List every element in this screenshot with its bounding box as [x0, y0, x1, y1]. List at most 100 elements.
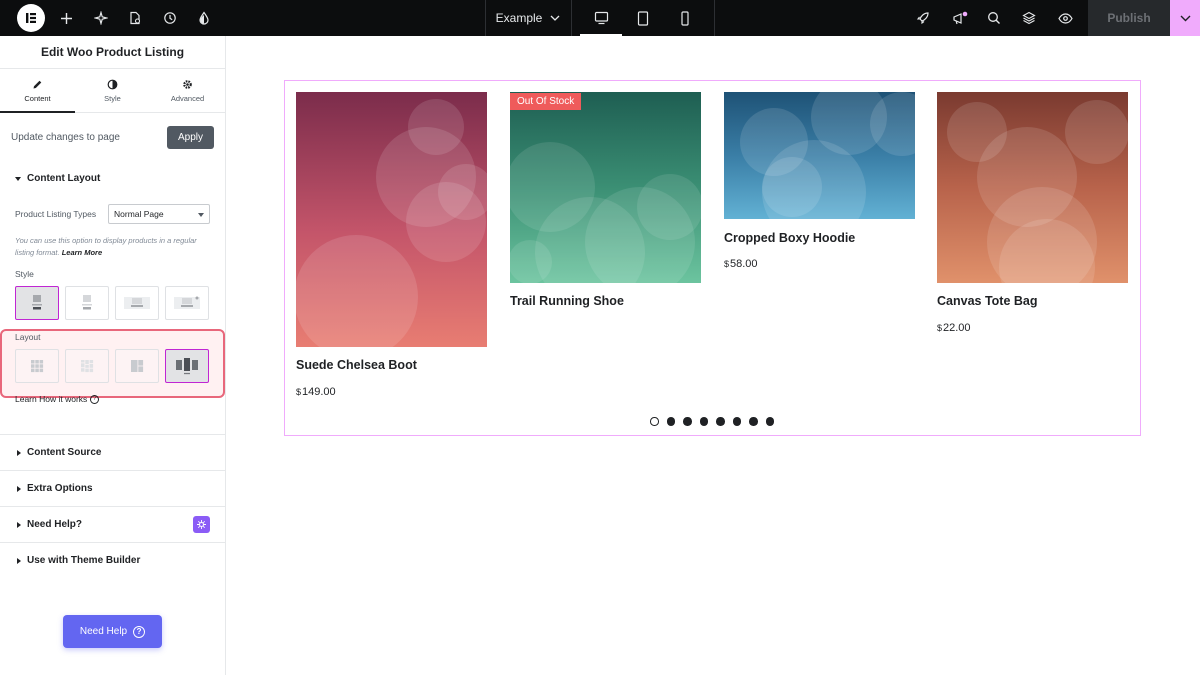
product-image[interactable] — [510, 92, 701, 283]
tab-style-label: Style — [104, 93, 121, 103]
question-icon: ? — [90, 394, 100, 404]
publish-options-button[interactable] — [1170, 0, 1200, 36]
price-value: 149.00 — [302, 386, 336, 398]
layout-option-metro[interactable] — [115, 349, 159, 383]
layout-option-carousel[interactable] — [165, 349, 209, 383]
carousel-dot[interactable] — [650, 417, 659, 426]
out-of-stock-badge: Out Of Stock — [510, 93, 582, 110]
layout-label: Layout — [15, 332, 41, 342]
price-value: 22.00 — [943, 322, 971, 334]
product-price: $149.00 — [296, 386, 336, 398]
layout-option-grid[interactable] — [15, 349, 59, 383]
gear-icon — [183, 79, 192, 89]
tab-style[interactable]: Style — [75, 69, 150, 112]
product-image[interactable] — [937, 92, 1128, 283]
desktop-icon — [594, 11, 608, 25]
currency-symbol: $ — [296, 387, 302, 397]
need-help-button[interactable]: Need Help ? — [63, 615, 162, 648]
product-image[interactable] — [296, 92, 487, 347]
price-value: 58.00 — [730, 258, 758, 270]
site-name: Example — [495, 11, 543, 25]
update-row: Update changes to page Apply — [0, 126, 226, 150]
rocket-icon[interactable] — [913, 0, 933, 36]
grid-layout-icon — [31, 360, 44, 373]
history-icon[interactable] — [160, 0, 180, 36]
product-image[interactable] — [724, 92, 915, 219]
product-price: $22.00 — [937, 322, 971, 334]
learn-more-link[interactable]: Learn More — [62, 248, 102, 257]
listing-types-select[interactable]: Normal Page — [108, 204, 210, 224]
product-name[interactable]: Trail Running Shoe — [510, 294, 624, 308]
mobile-view-button[interactable] — [664, 0, 706, 36]
need-help-label: Need Help — [79, 626, 128, 637]
page-settings-icon[interactable] — [125, 0, 145, 36]
theme-drop-icon[interactable] — [194, 0, 214, 36]
top-bar: Example Publish — [0, 0, 1200, 36]
sparkle-icon[interactable] — [91, 0, 111, 36]
style-option-4[interactable] — [165, 286, 209, 320]
panel-tabs: Content Style Advanced — [0, 69, 225, 113]
carousel-dot[interactable] — [716, 417, 725, 426]
product-name[interactable]: Cropped Boxy Hoodie — [724, 231, 855, 245]
dropdown-arrow-icon — [198, 213, 204, 217]
publish-button[interactable]: Publish — [1088, 0, 1170, 36]
caret-right-icon — [17, 449, 21, 456]
metro-layout-icon — [131, 360, 144, 372]
section-theme-builder[interactable]: Use with Theme Builder — [17, 555, 140, 566]
megaphone-icon[interactable] — [949, 0, 971, 36]
tab-advanced[interactable]: Advanced — [150, 69, 225, 112]
product-name[interactable]: Canvas Tote Bag — [937, 294, 1038, 308]
tablet-icon — [637, 10, 649, 26]
half-circle-icon — [107, 79, 118, 89]
learn-how-link[interactable]: Learn How it works ? — [15, 394, 100, 404]
site-selector[interactable]: Example — [486, 0, 570, 36]
mobile-icon — [681, 10, 689, 26]
style-option-1[interactable] — [15, 286, 59, 320]
help-description: You can use this option to display produ… — [15, 236, 197, 257]
eye-icon[interactable] — [1054, 0, 1076, 36]
carousel-dot[interactable] — [666, 417, 675, 426]
section-extra-options[interactable]: Extra Options — [17, 483, 93, 494]
tab-content[interactable]: Content — [0, 69, 75, 113]
section-need-help[interactable]: Need Help? — [17, 519, 82, 530]
carousel-layout-icon — [176, 358, 198, 375]
currency-symbol: $ — [724, 259, 730, 269]
layers-icon[interactable] — [1019, 0, 1039, 36]
caret-right-icon — [17, 485, 21, 492]
caret-down-icon — [15, 176, 21, 181]
search-icon[interactable] — [984, 0, 1004, 36]
listing-types-value: Normal Page — [114, 209, 164, 219]
caret-right-icon — [17, 521, 21, 528]
ai-assistant-icon[interactable] — [193, 516, 210, 533]
product-price: $58.00 — [724, 258, 758, 270]
section-label: Extra Options — [27, 483, 93, 494]
style-preview-icon — [32, 295, 42, 310]
carousel-dot[interactable] — [732, 417, 741, 426]
carousel-dot[interactable] — [765, 417, 774, 426]
carousel-dot[interactable] — [683, 417, 692, 426]
layout-option-masonry[interactable] — [65, 349, 109, 383]
pencil-icon — [33, 80, 42, 88]
carousel-dot[interactable] — [699, 417, 708, 426]
elementor-logo-icon[interactable] — [17, 4, 45, 32]
section-content-source[interactable]: Content Source — [17, 447, 101, 458]
style-option-3[interactable] — [115, 286, 159, 320]
panel-title: Edit Woo Product Listing — [0, 36, 225, 69]
content-layout-title: Content Layout — [27, 173, 101, 184]
listing-help-text: You can use this option to display produ… — [15, 235, 210, 259]
caret-right-icon — [17, 557, 21, 564]
apply-button[interactable]: Apply — [167, 126, 214, 149]
style-option-2[interactable] — [65, 286, 109, 320]
section-label: Need Help? — [27, 519, 83, 530]
carousel-dot[interactable] — [749, 417, 758, 426]
style-label: Style — [15, 269, 34, 279]
section-label: Use with Theme Builder — [27, 555, 141, 566]
chevron-down-icon — [1180, 15, 1190, 21]
desktop-view-button[interactable] — [580, 0, 622, 36]
tab-advanced-label: Advanced — [170, 93, 205, 103]
tablet-view-button[interactable] — [622, 0, 664, 36]
content-layout-heading[interactable]: Content Layout — [15, 173, 100, 184]
learn-how-text: Learn How it works — [15, 394, 88, 404]
product-name[interactable]: Suede Chelsea Boot — [296, 358, 417, 372]
plus-icon[interactable] — [56, 0, 76, 36]
